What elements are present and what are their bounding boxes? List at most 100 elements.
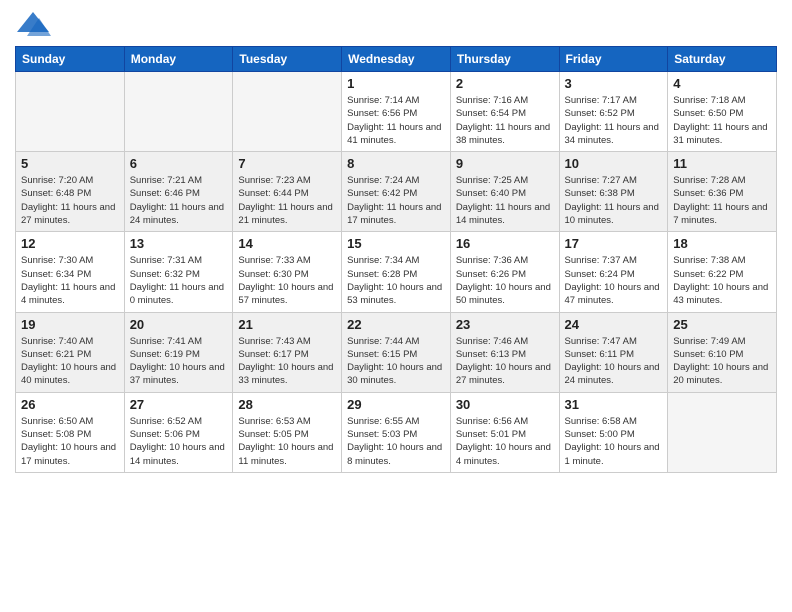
day-number: 18 [673, 236, 771, 251]
day-info: Sunrise: 6:52 AMSunset: 5:06 PMDaylight:… [130, 415, 228, 468]
calendar-cell: 11Sunrise: 7:28 AMSunset: 6:36 PMDayligh… [668, 152, 777, 232]
day-number: 1 [347, 76, 445, 91]
weekday-header-saturday: Saturday [668, 47, 777, 72]
day-number: 5 [21, 156, 119, 171]
day-info: Sunrise: 7:33 AMSunset: 6:30 PMDaylight:… [238, 254, 336, 307]
calendar-cell: 3Sunrise: 7:17 AMSunset: 6:52 PMDaylight… [559, 72, 668, 152]
day-info: Sunrise: 7:41 AMSunset: 6:19 PMDaylight:… [130, 335, 228, 388]
day-number: 4 [673, 76, 771, 91]
weekday-header-thursday: Thursday [450, 47, 559, 72]
day-info: Sunrise: 6:56 AMSunset: 5:01 PMDaylight:… [456, 415, 554, 468]
calendar-cell: 6 Sunrise: 7:21 AMSunset: 6:46 PMDaylight… [124, 152, 233, 232]
calendar-cell: 1 Sunrise: 7:14 AMSunset: 6:56 PMDaylight… [342, 72, 451, 152]
day-info: Sunrise: 7:34 AMSunset: 6:28 PMDaylight:… [347, 254, 445, 307]
day-number: 16 [456, 236, 554, 251]
calendar-week-2: 5 Sunrise: 7:20 AMSunset: 6:48 PMDaylight… [16, 152, 777, 232]
day-info: Sunrise: 6:50 AMSunset: 5:08 PMDaylight:… [21, 415, 119, 468]
calendar-cell: 29 Sunrise: 6:55 AMSunset: 5:03 PMDayligh… [342, 392, 451, 472]
day-number: 15 [347, 236, 445, 251]
day-info: Sunrise: 7:46 AMSunset: 6:13 PMDaylight:… [456, 335, 554, 388]
day-number: 23 [456, 317, 554, 332]
calendar-cell [124, 72, 233, 152]
day-info: Sunrise: 7:27 AMSunset: 6:38 PMDaylight:… [565, 174, 663, 227]
day-number: 27 [130, 397, 228, 412]
day-number: 24 [565, 317, 663, 332]
weekday-header-monday: Monday [124, 47, 233, 72]
day-number: 7 [238, 156, 336, 171]
calendar-cell: 22Sunrise: 7:44 AMSunset: 6:15 PMDayligh… [342, 312, 451, 392]
day-number: 19 [21, 317, 119, 332]
day-info: Sunrise: 7:18 AMSunset: 6:50 PMDaylight:… [673, 94, 771, 147]
day-info: Sunrise: 7:16 AMSunset: 6:54 PMDaylight:… [456, 94, 554, 147]
header [15, 10, 777, 38]
day-number: 17 [565, 236, 663, 251]
calendar-cell: 21Sunrise: 7:43 AMSunset: 6:17 PMDayligh… [233, 312, 342, 392]
day-number: 13 [130, 236, 228, 251]
calendar-cell [16, 72, 125, 152]
calendar-cell [233, 72, 342, 152]
day-info: Sunrise: 7:44 AMSunset: 6:15 PMDaylight:… [347, 335, 445, 388]
calendar-cell: 5 Sunrise: 7:20 AMSunset: 6:48 PMDaylight… [16, 152, 125, 232]
calendar-cell: 12 Sunrise: 7:30 AMSunset: 6:34 PMDayligh… [16, 232, 125, 312]
weekday-header-row: SundayMondayTuesdayWednesdayThursdayFrid… [16, 47, 777, 72]
day-info: Sunrise: 7:40 AMSunset: 6:21 PMDaylight:… [21, 335, 119, 388]
day-info: Sunrise: 7:20 AMSunset: 6:48 PMDaylight:… [21, 174, 119, 227]
calendar-week-4: 19 Sunrise: 7:40 AMSunset: 6:21 PMDayligh… [16, 312, 777, 392]
day-number: 28 [238, 397, 336, 412]
calendar: SundayMondayTuesdayWednesdayThursdayFrid… [15, 46, 777, 473]
day-number: 8 [347, 156, 445, 171]
logo-icon [15, 10, 51, 38]
day-info: Sunrise: 7:47 AMSunset: 6:11 PMDaylight:… [565, 335, 663, 388]
day-info: Sunrise: 7:30 AMSunset: 6:34 PMDaylight:… [21, 254, 119, 307]
calendar-cell: 19 Sunrise: 7:40 AMSunset: 6:21 PMDayligh… [16, 312, 125, 392]
weekday-header-wednesday: Wednesday [342, 47, 451, 72]
page: SundayMondayTuesdayWednesdayThursdayFrid… [0, 0, 792, 612]
day-number: 14 [238, 236, 336, 251]
day-info: Sunrise: 7:36 AMSunset: 6:26 PMDaylight:… [456, 254, 554, 307]
calendar-cell: 14 Sunrise: 7:33 AMSunset: 6:30 PMDayligh… [233, 232, 342, 312]
day-info: Sunrise: 6:53 AMSunset: 5:05 PMDaylight:… [238, 415, 336, 468]
day-number: 10 [565, 156, 663, 171]
calendar-cell: 13 Sunrise: 7:31 AMSunset: 6:32 PMDayligh… [124, 232, 233, 312]
day-number: 26 [21, 397, 119, 412]
calendar-cell: 31 Sunrise: 6:58 AMSunset: 5:00 PMDayligh… [559, 392, 668, 472]
weekday-header-friday: Friday [559, 47, 668, 72]
day-info: Sunrise: 7:21 AMSunset: 6:46 PMDaylight:… [130, 174, 228, 227]
day-number: 6 [130, 156, 228, 171]
day-info: Sunrise: 7:37 AMSunset: 6:24 PMDaylight:… [565, 254, 663, 307]
day-info: Sunrise: 7:24 AMSunset: 6:42 PMDaylight:… [347, 174, 445, 227]
day-info: Sunrise: 6:55 AMSunset: 5:03 PMDaylight:… [347, 415, 445, 468]
calendar-cell: 10 Sunrise: 7:27 AMSunset: 6:38 PMDayligh… [559, 152, 668, 232]
day-info: Sunrise: 6:58 AMSunset: 5:00 PMDaylight:… [565, 415, 663, 468]
day-info: Sunrise: 7:25 AMSunset: 6:40 PMDaylight:… [456, 174, 554, 227]
calendar-cell: 23 Sunrise: 7:46 AMSunset: 6:13 PMDayligh… [450, 312, 559, 392]
calendar-cell: 20 Sunrise: 7:41 AMSunset: 6:19 PMDayligh… [124, 312, 233, 392]
calendar-cell: 2 Sunrise: 7:16 AMSunset: 6:54 PMDaylight… [450, 72, 559, 152]
day-number: 20 [130, 317, 228, 332]
calendar-cell: 9Sunrise: 7:25 AMSunset: 6:40 PMDaylight… [450, 152, 559, 232]
calendar-week-1: 1 Sunrise: 7:14 AMSunset: 6:56 PMDaylight… [16, 72, 777, 152]
day-number: 30 [456, 397, 554, 412]
day-info: Sunrise: 7:17 AMSunset: 6:52 PMDaylight:… [565, 94, 663, 147]
day-number: 2 [456, 76, 554, 91]
calendar-cell: 15 Sunrise: 7:34 AMSunset: 6:28 PMDayligh… [342, 232, 451, 312]
calendar-cell: 17 Sunrise: 7:37 AMSunset: 6:24 PMDayligh… [559, 232, 668, 312]
calendar-cell: 18 Sunrise: 7:38 AMSunset: 6:22 PMDayligh… [668, 232, 777, 312]
day-info: Sunrise: 7:23 AMSunset: 6:44 PMDaylight:… [238, 174, 336, 227]
day-info: Sunrise: 7:43 AMSunset: 6:17 PMDaylight:… [238, 335, 336, 388]
day-info: Sunrise: 7:31 AMSunset: 6:32 PMDaylight:… [130, 254, 228, 307]
calendar-week-3: 12 Sunrise: 7:30 AMSunset: 6:34 PMDayligh… [16, 232, 777, 312]
day-number: 31 [565, 397, 663, 412]
weekday-header-tuesday: Tuesday [233, 47, 342, 72]
day-number: 29 [347, 397, 445, 412]
calendar-cell: 16 Sunrise: 7:36 AMSunset: 6:26 PMDayligh… [450, 232, 559, 312]
logo [15, 10, 55, 38]
calendar-cell: 28 Sunrise: 6:53 AMSunset: 5:05 PMDayligh… [233, 392, 342, 472]
day-info: Sunrise: 7:38 AMSunset: 6:22 PMDaylight:… [673, 254, 771, 307]
day-info: Sunrise: 7:14 AMSunset: 6:56 PMDaylight:… [347, 94, 445, 147]
calendar-cell: 26 Sunrise: 6:50 AMSunset: 5:08 PMDayligh… [16, 392, 125, 472]
day-number: 12 [21, 236, 119, 251]
calendar-cell: 24 Sunrise: 7:47 AMSunset: 6:11 PMDayligh… [559, 312, 668, 392]
calendar-cell: 25Sunrise: 7:49 AMSunset: 6:10 PMDayligh… [668, 312, 777, 392]
calendar-cell: 4 Sunrise: 7:18 AMSunset: 6:50 PMDaylight… [668, 72, 777, 152]
